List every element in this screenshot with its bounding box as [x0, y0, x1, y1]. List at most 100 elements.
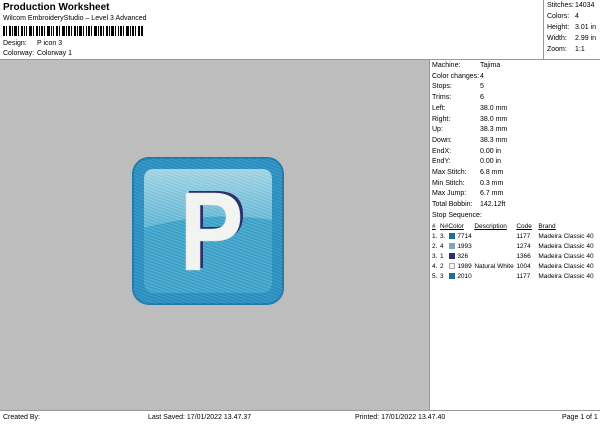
thread-brand: Madeira Classic 40: [538, 272, 594, 280]
table-header-row: # N# Color Description Code Brand: [432, 222, 600, 231]
table-row: 4. 2 1989 Natural White 1004 Madeira Classic …: [432, 261, 600, 271]
thread-color: 7714: [448, 231, 474, 241]
color-number: 326: [457, 252, 469, 260]
col-n: N#: [440, 223, 449, 230]
info-row: Trims: 6: [432, 94, 484, 101]
color-number: 2010: [457, 272, 472, 280]
needle-num: 2: [440, 262, 444, 270]
stat-label: Stitches:: [547, 2, 574, 9]
stat-row: Width: 2.99 in: [547, 35, 596, 42]
thread-brand: Madeira Classic 40: [538, 232, 594, 240]
color-number: 7714: [457, 232, 472, 240]
needle-num: 1: [440, 252, 444, 260]
info-label: Max Jump:: [432, 190, 467, 198]
stop-sequence-table: # N# Color Description Code Brand 1. 3. 77…: [432, 222, 600, 281]
colorway-value: Colorway 1: [36, 50, 72, 57]
design-value: P icon 3: [36, 40, 63, 47]
info-label: Total Bobbin:: [432, 201, 473, 209]
printed-date: Printed: 17/01/2022 13.47.40: [355, 414, 446, 421]
thread-code: 1177: [516, 272, 531, 280]
stat-row: Zoom: 1:1: [547, 46, 585, 53]
info-value: 38.0 mm: [480, 115, 508, 123]
color-number: 1989: [457, 262, 472, 270]
thread-description: [474, 241, 516, 251]
info-row: Color changes:4: [432, 73, 484, 80]
p-icon-embroidery: [132, 157, 284, 305]
stop-num: 2.: [432, 242, 438, 250]
thread-color: 1993: [448, 241, 474, 251]
worksheet-title: Production Worksheet: [3, 2, 110, 13]
stop-num: 3.: [432, 252, 438, 260]
color-number: 1993: [457, 242, 472, 250]
info-value: 38.0 mm: [480, 104, 508, 112]
info-label: Trims:: [432, 94, 452, 102]
colorway-row: Colorway: Colorway 1: [3, 50, 72, 57]
info-row: Total Bobbin: 142.12ft: [432, 201, 505, 208]
color-swatch-icon: [449, 232, 456, 239]
stop-num: 4.: [432, 262, 438, 270]
info-row: Down: 38.3 mm: [432, 137, 507, 144]
info-label: Left:: [432, 104, 446, 112]
stat-row: Colors: 4: [547, 13, 579, 20]
design-preview: [0, 60, 430, 410]
stop-num: 5.: [432, 272, 438, 280]
info-value: 0.00 in: [480, 158, 502, 166]
info-row: EndX: 0.00 in: [432, 148, 501, 155]
thread-color: 326: [448, 251, 474, 261]
table-row: 5. 3 2010 1177 Madeira Classic 40: [432, 271, 600, 281]
info-label: Color changes:: [432, 72, 480, 80]
color-swatch-icon: [449, 272, 456, 279]
page-number: Page 1 of 1: [562, 414, 598, 421]
col-num: #: [432, 223, 436, 230]
thread-brand: Madeira Classic 40: [538, 242, 594, 250]
color-swatch-icon: [449, 242, 456, 249]
table-row: 3. 1 326 1366 Madeira Classic 40: [432, 251, 600, 261]
software-name: Wilcom EmbroideryStudio – Level 3 Advanc…: [3, 15, 147, 22]
stat-label: Colors:: [547, 13, 570, 20]
table-row: 1. 3. 7714 1177 Madeira Classic 40: [432, 231, 600, 241]
stat-label: Width:: [547, 35, 567, 42]
stat-value: 2.99 in: [575, 35, 597, 42]
last-saved: Last Saved: 17/01/2022 13.47.37: [148, 414, 252, 421]
info-row: Min Stitch: 0.3 mm: [432, 180, 503, 187]
info-label: EndY:: [432, 158, 451, 166]
worksheet-footer: Created By: Last Saved: 17/01/2022 13.47…: [0, 410, 600, 424]
thread-description: [474, 251, 516, 261]
thread-brand: Madeira Classic 40: [538, 262, 594, 270]
stop-sequence-title: Stop Sequence:: [432, 212, 482, 219]
color-swatch-icon: [449, 252, 456, 259]
design-stats: Stitches:14034 Colors: 4 Height: 3.01 in Widt…: [543, 0, 600, 60]
info-row: Max Jump: 6.7 mm: [432, 190, 503, 197]
needle-num: 3.: [440, 232, 446, 240]
stat-value: 3.01 in: [575, 24, 597, 31]
thread-brand: Madeira Classic 40: [538, 252, 594, 260]
info-value: 142.12ft: [480, 201, 506, 209]
thread-code: 1004: [516, 262, 531, 270]
col-description: Description: [474, 223, 507, 230]
info-label: Min Stitch:: [432, 179, 465, 187]
thread-color: 1989: [448, 261, 474, 271]
info-row: Left: 38.0 mm: [432, 105, 507, 112]
stat-row: Height: 3.01 in: [547, 24, 596, 31]
stop-num: 1.: [432, 232, 438, 240]
created-by: Created By:: [3, 414, 40, 421]
info-value: 0.3 mm: [480, 179, 504, 187]
machine-info-panel: Stop Sequence: # N# Color Description Co…: [430, 60, 600, 410]
info-value: 0.00 in: [480, 147, 502, 155]
thread-code: 1274: [516, 242, 531, 250]
info-label: Machine:: [432, 62, 461, 69]
table-row: 2. 4 1993 1274 Madeira Classic 40: [432, 241, 600, 251]
info-row: Up: 38.3 mm: [432, 126, 507, 133]
info-value: 6.7 mm: [480, 190, 504, 198]
stat-label: Zoom:: [547, 46, 567, 53]
col-brand: Brand: [538, 223, 556, 230]
color-swatch-icon: [449, 262, 456, 269]
col-code: Code: [516, 223, 532, 230]
thread-code: 1177: [516, 232, 531, 240]
stat-value: 14034: [575, 2, 595, 9]
info-row: EndY: 0.00 in: [432, 158, 501, 165]
design-label: Design:: [3, 40, 27, 47]
thread-description: [474, 271, 516, 281]
stat-value: 4: [575, 13, 579, 20]
info-row: Machine: Tajima: [432, 62, 500, 69]
